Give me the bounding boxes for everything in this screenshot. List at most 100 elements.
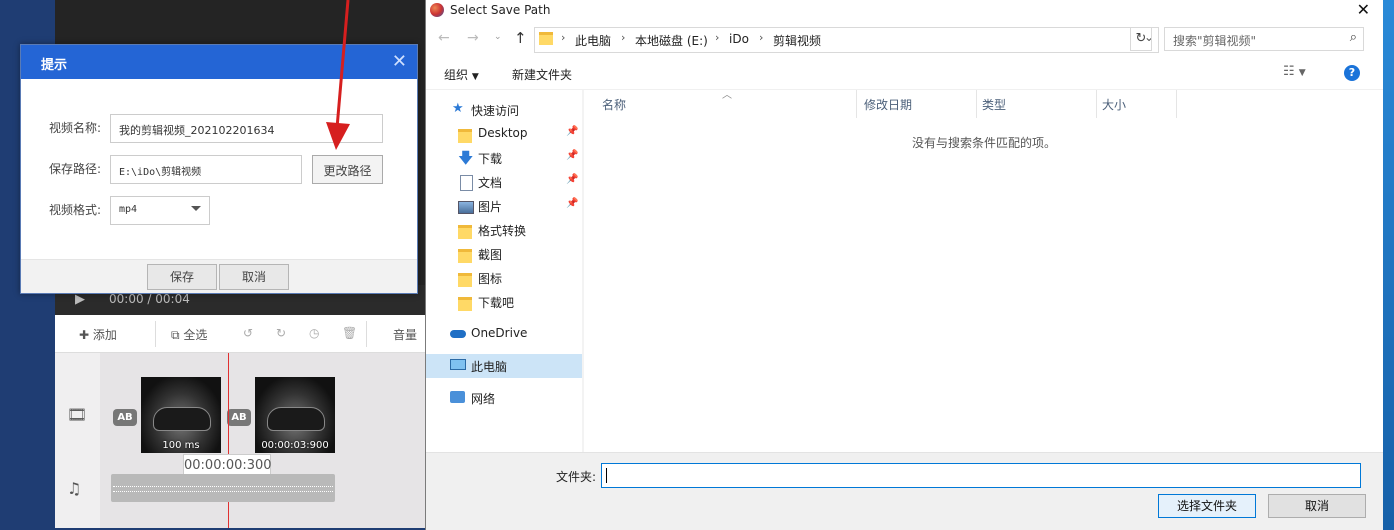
help-icon[interactable]: ? — [1344, 65, 1360, 81]
command-bar: 组织 ▼ 新建文件夹 ☷ ▼ ? — [426, 58, 1384, 90]
search-icon[interactable]: ⌕ — [1350, 30, 1357, 45]
recent-chevron-icon[interactable]: ⌄ — [494, 32, 502, 42]
pin-icon[interactable]: 📌 — [566, 198, 578, 209]
video-format-label: 视频格式: — [49, 203, 102, 217]
cloud-icon — [450, 330, 466, 338]
back-arrow-icon[interactable]: ← — [438, 30, 450, 46]
save-button[interactable]: 保存 — [147, 264, 217, 290]
play-icon[interactable]: ▶ — [75, 292, 85, 307]
clip-duration: 100 ms — [162, 440, 200, 451]
address-bar[interactable]: › 此电脑 › 本地磁盘 (E:) › iDo › 剪辑视频 ⌄ — [534, 27, 1159, 53]
cancel-button[interactable]: 取消 — [1268, 494, 1366, 518]
timeline: AB 100 ms AB 00:00:03:900 00:00:00:300 — [55, 353, 430, 528]
nav-item-icons[interactable]: 图标 — [426, 266, 582, 290]
forward-arrow-icon[interactable]: → — [467, 30, 479, 46]
column-divider[interactable] — [1096, 90, 1097, 118]
organize-menu[interactable]: 组织 ▼ — [444, 66, 479, 83]
column-type[interactable]: 类型 — [982, 96, 1006, 113]
editor-toolbar: ✚ 添加 ⧉ 全选 ↺ ↻ ◷ 🗑 音量 — [55, 315, 430, 353]
music-track-icon[interactable]: ♫ — [67, 479, 81, 498]
audio-track[interactable] — [111, 474, 335, 502]
column-divider[interactable] — [856, 90, 857, 118]
close-icon[interactable]: ✕ — [1357, 0, 1370, 19]
video-name-label: 视频名称: — [49, 121, 102, 135]
folder-icon — [458, 273, 472, 287]
folder-label: 文件夹: — [556, 470, 597, 484]
select-folder-button[interactable]: 选择文件夹 — [1158, 494, 1256, 518]
up-arrow-icon[interactable]: ↑ — [514, 29, 527, 47]
video-clip[interactable]: 100 ms — [141, 377, 221, 453]
nav-item-network[interactable]: 网络 — [426, 386, 582, 410]
view-options-icon[interactable]: ☷ ▼ — [1283, 64, 1306, 79]
chevron-down-icon — [191, 206, 201, 211]
breadcrumb-item[interactable]: 此电脑 — [575, 32, 611, 49]
column-divider[interactable] — [1176, 90, 1177, 118]
search-box[interactable]: 搜索"剪辑视频" ⌕ — [1164, 27, 1364, 51]
search-placeholder: 搜索"剪辑视频" — [1173, 34, 1257, 48]
car-thumbnail — [267, 407, 325, 431]
network-icon — [450, 391, 465, 403]
nav-item-documents[interactable]: 文档 📌 — [426, 170, 582, 194]
chevron-right-icon: › — [759, 31, 764, 44]
desktop-background — [1383, 0, 1394, 530]
video-format-select[interactable]: mp4 — [110, 196, 210, 225]
chevron-right-icon: › — [561, 31, 566, 44]
nav-item-onedrive[interactable]: OneDrive — [426, 322, 582, 346]
nav-item-desktop[interactable]: Desktop 📌 — [426, 122, 582, 146]
clip-duration: 00:00:03:900 — [261, 440, 329, 451]
file-list: ︿ 名称 修改日期 类型 大小 没有与搜索条件匹配的项。 — [584, 90, 1384, 452]
add-button[interactable]: ✚ 添加 — [79, 326, 117, 343]
folder-icon — [539, 32, 553, 45]
close-icon[interactable]: ✕ — [392, 51, 407, 72]
column-size[interactable]: 大小 — [1102, 96, 1126, 113]
folder-icon — [458, 225, 472, 239]
nav-item-pictures[interactable]: 图片 📌 — [426, 194, 582, 218]
toolbar-divider — [366, 321, 367, 347]
nav-item-this-pc[interactable]: 此电脑 — [426, 354, 582, 378]
save-dialog-title: Select Save Path — [450, 3, 551, 17]
new-folder-button[interactable]: 新建文件夹 — [512, 66, 572, 83]
prompt-title: 提示 — [41, 58, 68, 73]
pin-icon[interactable]: 📌 — [566, 126, 578, 137]
save-path-input[interactable]: E:\iDo\剪辑视频 — [110, 155, 302, 184]
select-all-icon: ⧉ — [171, 328, 184, 342]
video-track-icon[interactable]: 🎞 — [67, 405, 87, 424]
breadcrumb-item[interactable]: 本地磁盘 (E:) — [635, 32, 708, 49]
column-name[interactable]: 名称 — [602, 96, 626, 113]
column-date-modified[interactable]: 修改日期 — [864, 96, 912, 113]
prompt-footer: 保存 取消 — [21, 259, 417, 293]
track-icons: 🎞 ♫ — [55, 353, 100, 528]
volume-button[interactable]: 音量 — [393, 326, 417, 343]
undo-icon[interactable]: ↺ — [243, 326, 253, 340]
trash-icon[interactable]: 🗑 — [342, 326, 357, 340]
refresh-icon[interactable]: ↻ — [1130, 27, 1152, 51]
empty-message: 没有与搜索条件匹配的项。 — [911, 136, 1056, 150]
picture-icon — [458, 201, 474, 214]
nav-item-downloads[interactable]: 🡇 下载 📌 — [426, 146, 582, 170]
save-path-label: 保存路径: — [49, 162, 102, 176]
document-icon — [460, 175, 473, 191]
nav-item-xiazaiba[interactable]: 下载吧 — [426, 290, 582, 314]
total-time: 00:04 — [155, 292, 190, 306]
select-all-button[interactable]: ⧉ 全选 — [171, 326, 207, 343]
folder-input[interactable] — [601, 463, 1361, 488]
sort-chevron-icon: ︿ — [722, 90, 732, 101]
redo-icon[interactable]: ↻ — [276, 326, 286, 340]
nav-quick-access[interactable]: ★ 快速访问 — [426, 98, 582, 122]
breadcrumb-item[interactable]: 剪辑视频 — [773, 32, 821, 49]
text-cursor — [606, 468, 607, 483]
video-clip[interactable]: 00:00:03:900 — [255, 377, 335, 453]
nav-item-screenshots[interactable]: 截图 — [426, 242, 582, 266]
audio-waveform — [113, 486, 333, 492]
nav-item-format-convert[interactable]: 格式转换 — [426, 218, 582, 242]
column-divider[interactable] — [976, 90, 977, 118]
pin-icon[interactable]: 📌 — [566, 150, 578, 161]
breadcrumb-item[interactable]: iDo — [729, 32, 749, 46]
pin-icon[interactable]: 📌 — [566, 174, 578, 185]
folder-icon — [458, 297, 472, 311]
car-thumbnail — [153, 407, 211, 431]
transition-ab-icon[interactable]: AB — [113, 409, 137, 426]
cancel-button[interactable]: 取消 — [219, 264, 289, 290]
transition-ab-icon[interactable]: AB — [227, 409, 251, 426]
clock-icon[interactable]: ◷ — [309, 326, 319, 340]
